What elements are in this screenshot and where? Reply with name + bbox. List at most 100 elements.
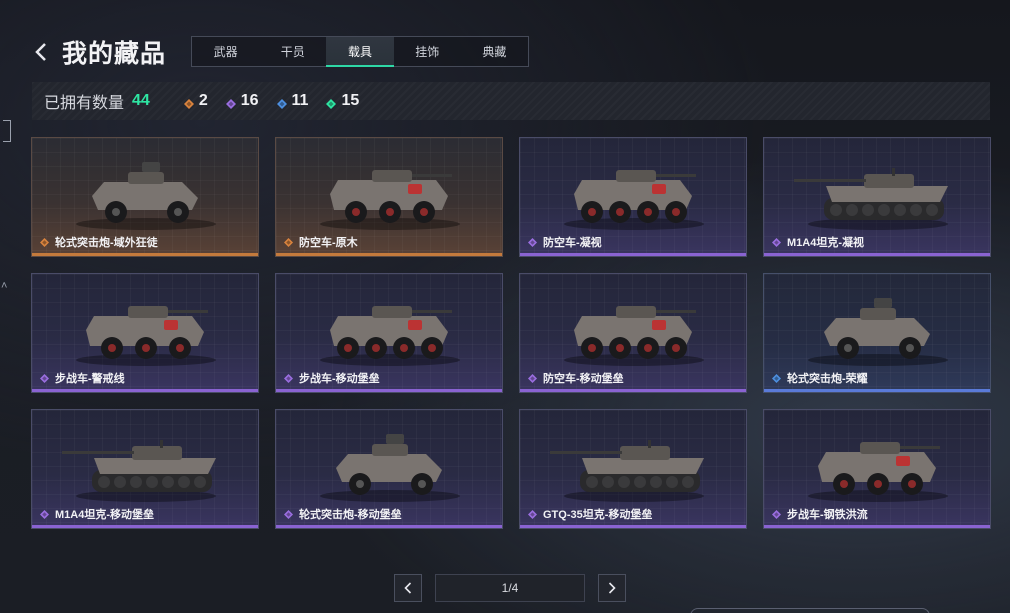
vehicle-card[interactable]: M1A4坦克-移动堡垒 (31, 409, 259, 529)
owned-count-label: 已拥有数量 (44, 95, 125, 112)
vehicle-card-label: 步战车-移动堡垒 (284, 370, 380, 386)
orange-gem-icon (183, 96, 194, 109)
rarity-bar (764, 253, 990, 256)
rarity-bar (32, 253, 258, 256)
rarity-bar (520, 253, 746, 256)
purple-gem-icon (772, 237, 781, 247)
vehicle-card-label: 防空车-原木 (284, 234, 358, 250)
vehicle-card[interactable]: 步战车-钢铁洪流 (763, 409, 991, 529)
tab-1[interactable]: 干员 (259, 37, 326, 66)
vehicle-card-label: M1A4坦克-移动堡垒 (40, 506, 154, 522)
vehicle-name: 轮式突击炮-移动堡垒 (299, 509, 402, 521)
vehicle-card[interactable]: 步战车-移动堡垒 (275, 273, 503, 393)
rarity-bar (276, 389, 502, 392)
rarity-bar (764, 389, 990, 392)
rarity-bar (764, 525, 990, 528)
green-gem-icon (326, 96, 337, 109)
vehicle-card-label: 步战车-警戒线 (40, 370, 125, 386)
vehicle-image (32, 146, 258, 234)
chevron-left-icon (404, 582, 412, 594)
chevron-right-icon (608, 582, 616, 594)
vehicle-name: 轮式突击炮-域外狂徒 (55, 237, 158, 249)
rarity-count-2: 11 (276, 92, 309, 110)
vehicle-card-label: 防空车-凝视 (528, 234, 602, 250)
vehicle-card-label: GTQ-35坦克-移动堡垒 (528, 506, 652, 522)
rarity-bar (276, 525, 502, 528)
tab-4[interactable]: 典藏 (461, 37, 528, 66)
page-indicator: 1/4 (435, 574, 585, 602)
vehicle-card[interactable]: M1A4坦克-凝视 (763, 137, 991, 257)
vehicle-image (520, 146, 746, 234)
vehicle-name: 轮式突击炮-荣耀 (787, 373, 868, 385)
side-bracket-decoration (3, 120, 11, 142)
vehicle-image (520, 418, 746, 506)
tab-0[interactable]: 武器 (192, 37, 259, 66)
rarity-bar (520, 525, 746, 528)
vehicle-name: 防空车-移动堡垒 (543, 373, 624, 385)
vehicle-card[interactable]: 防空车-移动堡垒 (519, 273, 747, 393)
tab-2[interactable]: 载具 (326, 37, 394, 67)
vehicle-card-label: 步战车-钢铁洪流 (772, 506, 868, 522)
vehicle-card-label: 轮式突击炮-荣耀 (772, 370, 868, 386)
orange-gem-icon (40, 237, 49, 247)
rarity-count-3: 15 (326, 92, 359, 110)
purple-gem-icon (528, 373, 537, 383)
vehicle-name: 步战车-移动堡垒 (299, 373, 380, 385)
vehicle-image (764, 282, 990, 370)
rarity-count-list: 2 16 11 15 (183, 92, 377, 110)
rarity-bar (32, 525, 258, 528)
blue-gem-icon (276, 96, 287, 109)
vehicle-card[interactable]: 防空车-原木 (275, 137, 503, 257)
vehicle-image (764, 146, 990, 234)
vehicle-image (764, 418, 990, 506)
rarity-bar (520, 389, 746, 392)
vehicle-card-label: 防空车-移动堡垒 (528, 370, 624, 386)
purple-gem-icon (772, 509, 781, 519)
purple-gem-icon (284, 509, 293, 519)
vehicle-image (276, 418, 502, 506)
vehicle-card[interactable]: GTQ-35坦克-移动堡垒 (519, 409, 747, 529)
prev-page-button[interactable] (394, 574, 422, 602)
rarity-count-value: 11 (291, 92, 309, 109)
vehicle-card[interactable]: 轮式突击炮-域外狂徒 (31, 137, 259, 257)
vehicle-name: 防空车-原木 (299, 237, 358, 249)
vehicle-card[interactable]: 轮式突击炮-荣耀 (763, 273, 991, 393)
page-title: 我的藏品 (62, 40, 167, 68)
purple-gem-icon (40, 373, 49, 383)
rarity-count-value: 16 (240, 92, 259, 109)
rarity-count-value: 15 (341, 92, 360, 109)
next-page-button[interactable] (598, 574, 626, 602)
owned-stats-bar: 已拥有数量 44 2 16 11 15 (32, 82, 990, 120)
chevron-left-icon (35, 43, 46, 61)
purple-gem-icon (40, 509, 49, 519)
vehicle-name: GTQ-35坦克-移动堡垒 (543, 509, 653, 521)
back-button[interactable] (34, 38, 52, 66)
vehicle-image (276, 146, 502, 234)
vehicle-card-label: 轮式突击炮-域外狂徒 (40, 234, 158, 250)
pagination: 1/4 (394, 574, 626, 602)
category-tabs: 武器 干员 载具 挂饰 典藏 (191, 36, 529, 67)
vehicle-card-label: M1A4坦克-凝视 (772, 234, 864, 250)
purple-gem-icon (284, 373, 293, 383)
rarity-count-0: 2 (183, 92, 208, 110)
vehicle-image (32, 418, 258, 506)
purple-gem-icon (225, 96, 236, 109)
rarity-count-1: 16 (225, 92, 259, 110)
owned-count-total: 44 (132, 92, 150, 109)
vehicle-card[interactable]: 轮式突击炮-移动堡垒 (275, 409, 503, 529)
vehicle-card[interactable]: 步战车-警戒线 (31, 273, 259, 393)
vehicle-name: M1A4坦克-移动堡垒 (55, 509, 155, 521)
orange-gem-icon (284, 237, 293, 247)
rarity-count-value: 2 (198, 92, 208, 109)
page-header: 我的藏品 (34, 36, 166, 68)
vehicle-card[interactable]: 防空车-凝视 (519, 137, 747, 257)
vehicle-name: 步战车-钢铁洪流 (787, 509, 868, 521)
vehicle-name: 步战车-警戒线 (55, 373, 125, 385)
caret-up-icon: ˄ (1, 280, 8, 292)
vehicle-name: M1A4坦克-凝视 (787, 237, 865, 249)
purple-gem-icon (528, 237, 537, 247)
purple-gem-icon (528, 509, 537, 519)
vehicle-image (32, 282, 258, 370)
rarity-bar (276, 253, 502, 256)
tab-3[interactable]: 挂饰 (394, 37, 461, 66)
